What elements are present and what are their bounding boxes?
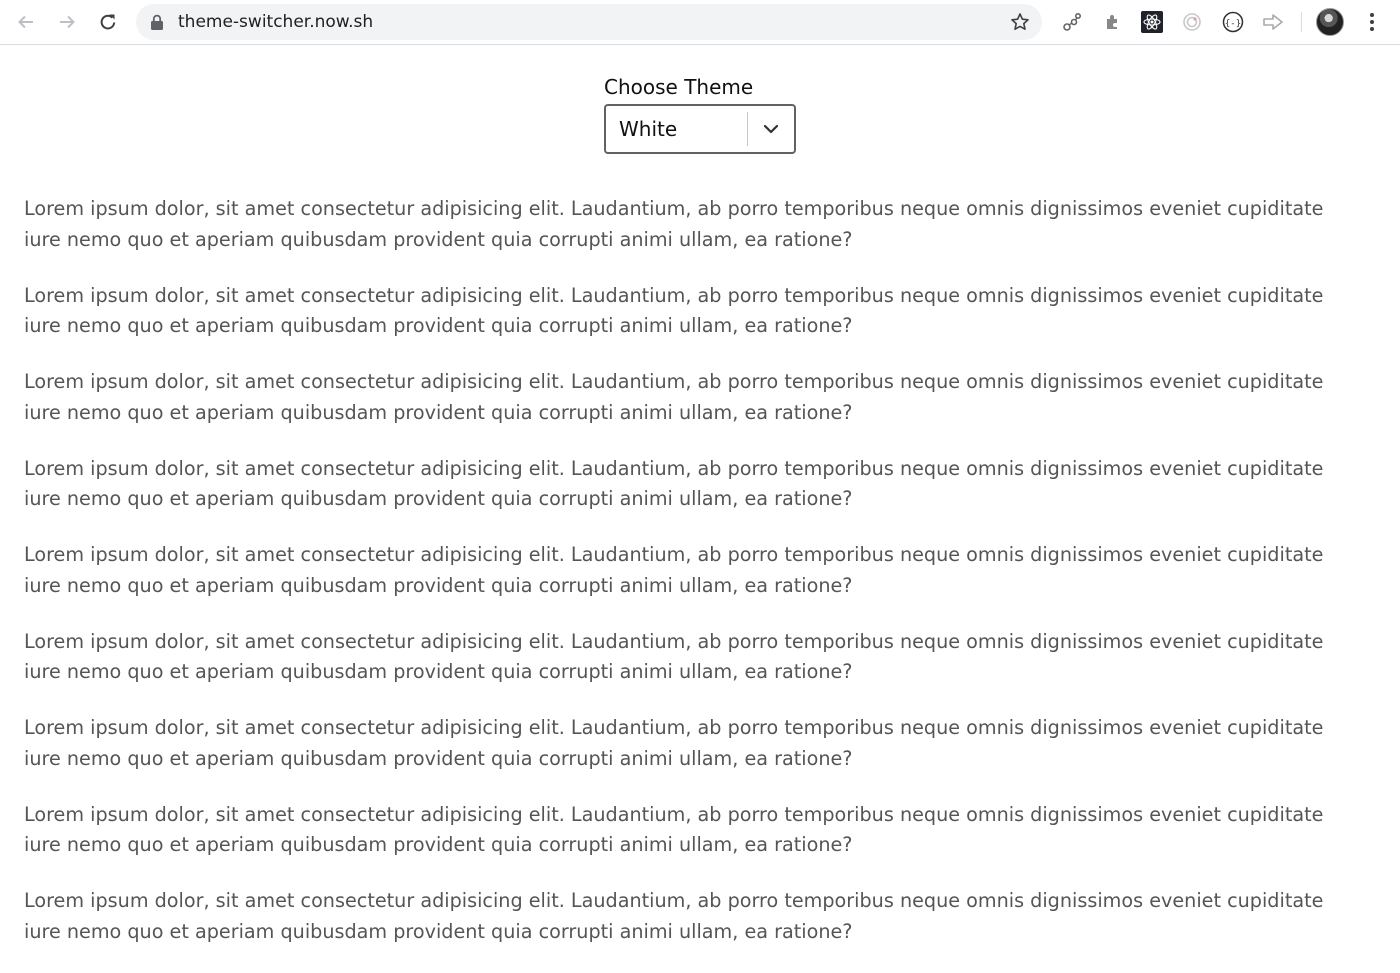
content: Lorem ipsum dolor, sit amet consectetur … [24, 194, 1324, 973]
address-bar[interactable]: theme-switcher.now.sh [136, 4, 1042, 40]
theme-switcher: Choose Theme White [0, 70, 1400, 154]
reload-button[interactable] [94, 8, 122, 36]
target-extension-icon[interactable] [1180, 10, 1204, 34]
chevron-down-icon[interactable] [762, 121, 780, 137]
theme-select-value: White [619, 117, 678, 141]
graph-extension-icon[interactable] [1060, 10, 1084, 34]
paragraph: Lorem ipsum dolor, sit amet consectetur … [24, 889, 1324, 943]
puzzle-extension-icon[interactable] [1100, 10, 1124, 34]
url-text[interactable]: theme-switcher.now.sh [178, 4, 373, 40]
paragraph: Lorem ipsum dolor, sit amet consectetur … [24, 197, 1324, 251]
paragraph: Lorem ipsum dolor, sit amet consectetur … [24, 802, 1324, 857]
theme-label: Choose Theme [604, 75, 754, 99]
forward-extension-icon[interactable] [1261, 10, 1285, 34]
reload-icon [100, 14, 116, 30]
paragraph: Lorem ipsum dolor, sit amet consectetur … [24, 716, 1324, 770]
kebab-menu-icon[interactable] [1362, 10, 1382, 34]
theme-select[interactable]: White [604, 104, 796, 154]
braces-extension-icon[interactable]: {-} [1221, 10, 1245, 34]
browser-toolbar: theme-switcher.now.sh {-} [0, 0, 1400, 45]
svg-text:{-}: {-} [1225, 19, 1241, 29]
forward-button[interactable] [53, 8, 81, 36]
back-button[interactable] [12, 8, 40, 36]
theme-select-separator [747, 112, 748, 146]
arrow-left-icon [18, 15, 33, 29]
paragraph: Lorem ipsum dolor, sit amet consectetur … [24, 456, 1324, 511]
paragraph: Lorem ipsum dolor, sit amet consectetur … [24, 283, 1324, 338]
paragraph: Lorem ipsum dolor, sit amet consectetur … [24, 370, 1324, 424]
react-devtools-icon[interactable] [1140, 10, 1164, 34]
lock-icon [151, 14, 163, 30]
paragraph: Lorem ipsum dolor, sit amet consectetur … [24, 543, 1324, 597]
toolbar-divider [1301, 12, 1302, 32]
avatar[interactable] [1316, 8, 1344, 36]
arrow-right-icon [60, 15, 75, 29]
theme-switcher-inner: Choose Theme White [604, 70, 796, 154]
paragraph: Lorem ipsum dolor, sit amet consectetur … [24, 629, 1324, 684]
star-icon[interactable] [1010, 12, 1030, 32]
